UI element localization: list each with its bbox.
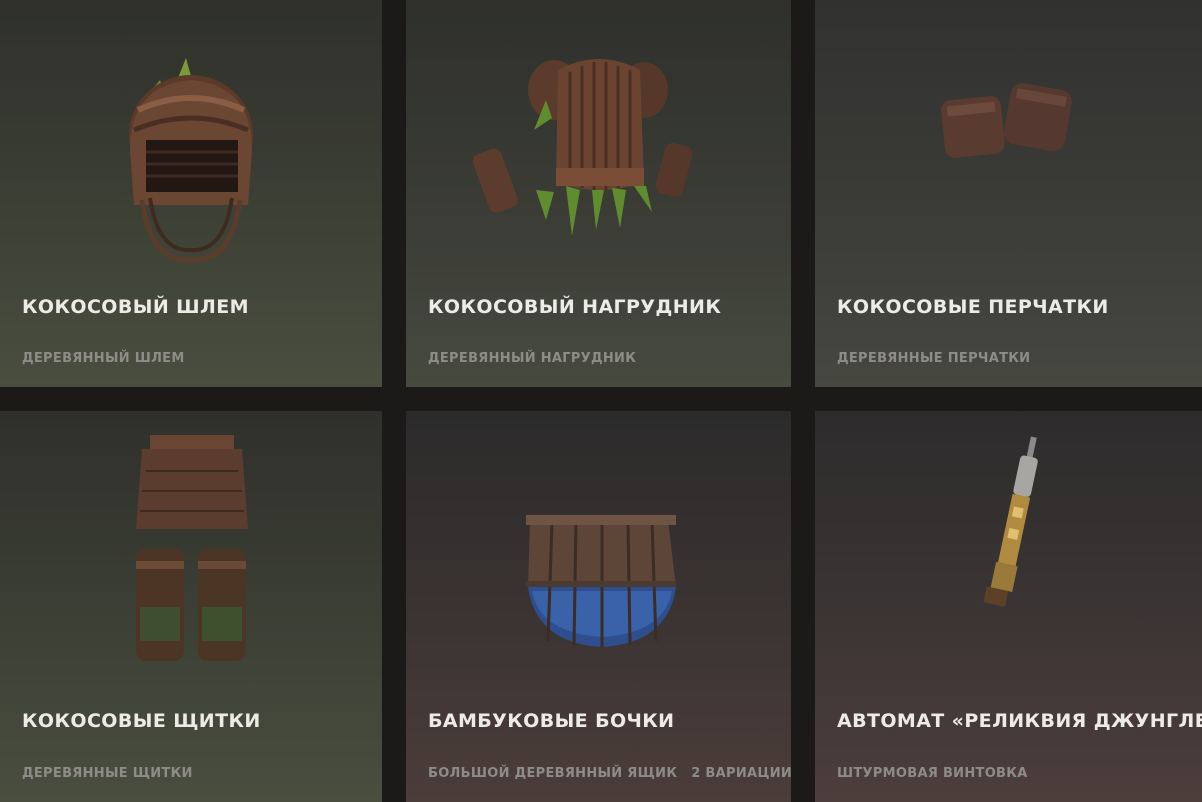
item-title: БАМБУКОВЫЕ БОЧКИ [428,710,675,732]
skin-card-coconut-helmet[interactable]: КОКОСОВЫЙ ШЛЕМ ДЕРЕВЯННЫЙ ШЛЕМ [0,0,382,387]
coconut-chestplate-image [406,0,791,280]
item-category: ДЕРЕВЯННЫЕ ПЕРЧАТКИ [837,351,1031,366]
item-title: АВТОМАТ «РЕЛИКВИЯ ДЖУНГЛЕЙ» [837,710,1202,732]
skin-card-bamboo-barrels[interactable]: БАМБУКОВЫЕ БОЧКИ БОЛЬШОЙ ДЕРЕВЯННЫЙ ЯЩИК… [406,411,791,802]
coconut-gloves-image [815,0,1202,280]
skin-card-coconut-chestplate[interactable]: КОКОСОВЫЙ НАГРУДНИК ДЕРЕВЯННЫЙ НАГРУДНИК [406,0,791,387]
item-category: БОЛЬШОЙ ДЕРЕВЯННЫЙ ЯЩИК [428,766,678,781]
skin-card-jungle-relic-rifle[interactable]: АВТОМАТ «РЕЛИКВИЯ ДЖУНГЛЕЙ» ШТУРМОВАЯ ВИ… [815,411,1202,802]
item-category: ДЕРЕВЯННЫЕ ЩИТКИ [22,766,193,781]
skin-card-coconut-shinguards[interactable]: КОКОСОВЫЕ ЩИТКИ ДЕРЕВЯННЫЕ ЩИТКИ [0,411,382,802]
item-category: ДЕРЕВЯННЫЙ НАГРУДНИК [428,351,637,366]
item-subtitle: БОЛЬШОЙ ДЕРЕВЯННЫЙ ЯЩИК 2 ВАРИАЦИИ [428,766,791,781]
item-subtitle: ДЕРЕВЯННЫЕ ПЕРЧАТКИ [837,351,1030,366]
item-title: КОКОСОВЫЙ ШЛЕМ [22,296,249,318]
bamboo-barrels-image [406,411,791,691]
item-subtitle: ДЕРЕВЯННЫЙ ШЛЕМ [22,351,185,366]
item-category: ШТУРМОВАЯ ВИНТОВКА [837,766,1028,781]
item-category: ДЕРЕВЯННЫЙ ШЛЕМ [22,351,185,366]
item-subtitle: ШТУРМОВАЯ ВИНТОВКА [837,766,1028,781]
variations-count: 2 ВАРИАЦИИ [691,766,791,781]
skin-card-coconut-gloves[interactable]: КОКОСОВЫЕ ПЕРЧАТКИ ДЕРЕВЯННЫЕ ПЕРЧАТКИ [815,0,1202,387]
jungle-relic-rifle-image [815,411,1202,691]
item-subtitle: ДЕРЕВЯННЫЕ ЩИТКИ [22,766,193,781]
coconut-shinguards-image [0,411,382,691]
item-subtitle: ДЕРЕВЯННЫЙ НАГРУДНИК [428,351,636,366]
coconut-helmet-image [0,0,382,280]
item-title: КОКОСОВЫЙ НАГРУДНИК [428,296,722,318]
item-title: КОКОСОВЫЕ ЩИТКИ [22,710,261,732]
item-title: КОКОСОВЫЕ ПЕРЧАТКИ [837,296,1109,318]
skin-grid: КОКОСОВЫЙ ШЛЕМ ДЕРЕВЯННЫЙ ШЛЕМ КОКОСОВЫЙ… [0,0,1202,802]
